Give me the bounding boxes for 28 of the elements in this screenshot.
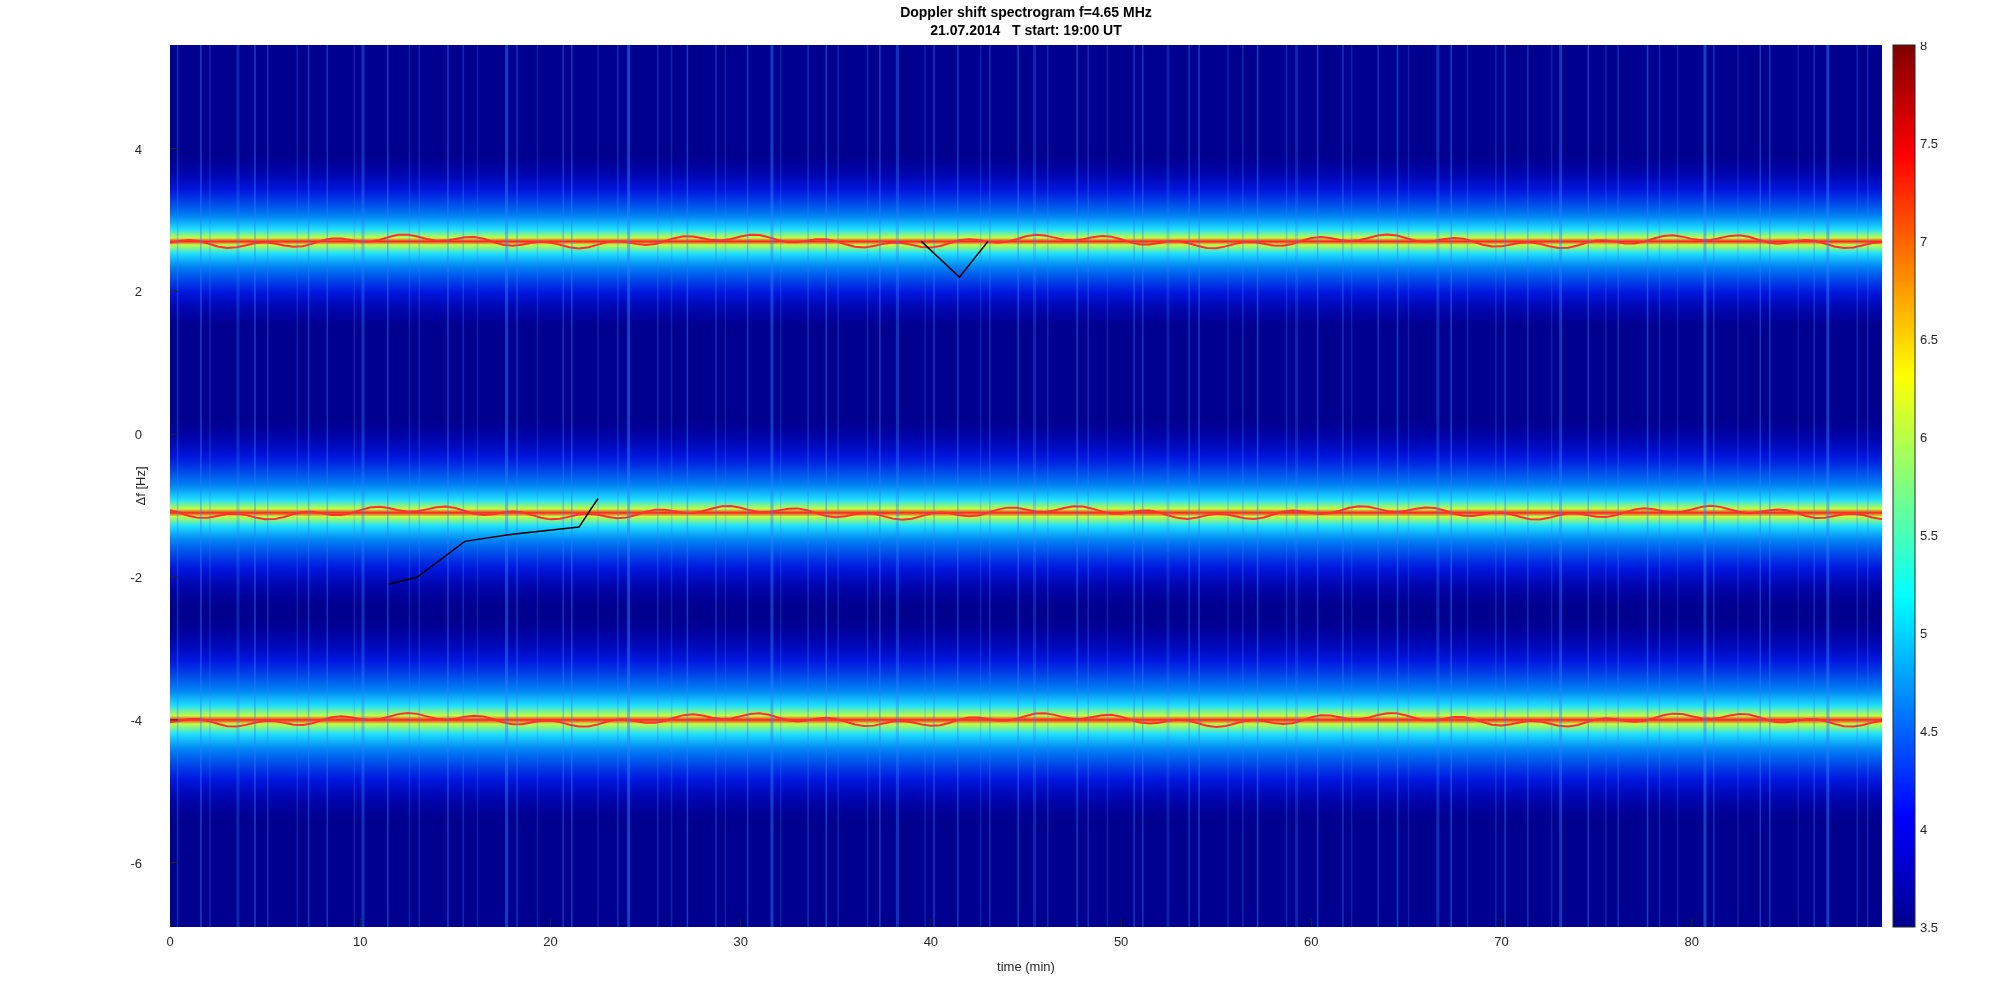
x-axis-label: time (min) bbox=[997, 959, 1055, 974]
axis-tick-label: 30 bbox=[733, 934, 748, 949]
colorbar-tick-label: 3.5 bbox=[1920, 920, 1939, 935]
axis-tick-label: 20 bbox=[543, 934, 558, 949]
colorbar-tick-label: 7.5 bbox=[1920, 136, 1939, 151]
colorbar-tick-label: 4.5 bbox=[1920, 724, 1939, 739]
axis-tick-label: 50 bbox=[1113, 934, 1129, 949]
axis-tick-label: -6 bbox=[130, 855, 142, 871]
axis-tick-label: 70 bbox=[1494, 934, 1509, 949]
axis-tick-label: 60 bbox=[1304, 934, 1319, 949]
colorbar-tick-label: 7 bbox=[1920, 234, 1928, 249]
colorbar-tick-label: 6.5 bbox=[1920, 332, 1939, 347]
plot-title: Doppler shift spectrogram f=4.65 MHz bbox=[900, 3, 1152, 21]
axis-tick-label: 0 bbox=[134, 427, 142, 443]
axis-tick-label: 2 bbox=[134, 284, 142, 300]
colorbar-tick-label: 5 bbox=[1920, 626, 1928, 641]
axis-tick-label: 4 bbox=[134, 141, 142, 157]
axis-tick-label: -4 bbox=[130, 712, 142, 728]
colorbar-tick-label: 5.5 bbox=[1920, 528, 1939, 543]
axis-tick-label: -2 bbox=[130, 570, 142, 586]
axis-tick-label: 10 bbox=[353, 934, 368, 949]
axis-tick-label: 80 bbox=[1684, 934, 1699, 949]
plot-subtitle: 21.07.2014 T start: 19:00 UT bbox=[930, 21, 1122, 39]
axis-tick-label: 40 bbox=[923, 934, 939, 949]
colorbar-tick-label: 6 bbox=[1920, 430, 1928, 445]
colorbar-tick-label: 4 bbox=[1920, 822, 1928, 837]
y-axis-label: Δf [Hz] bbox=[133, 466, 148, 506]
axis-tick-label: 0 bbox=[166, 934, 174, 949]
